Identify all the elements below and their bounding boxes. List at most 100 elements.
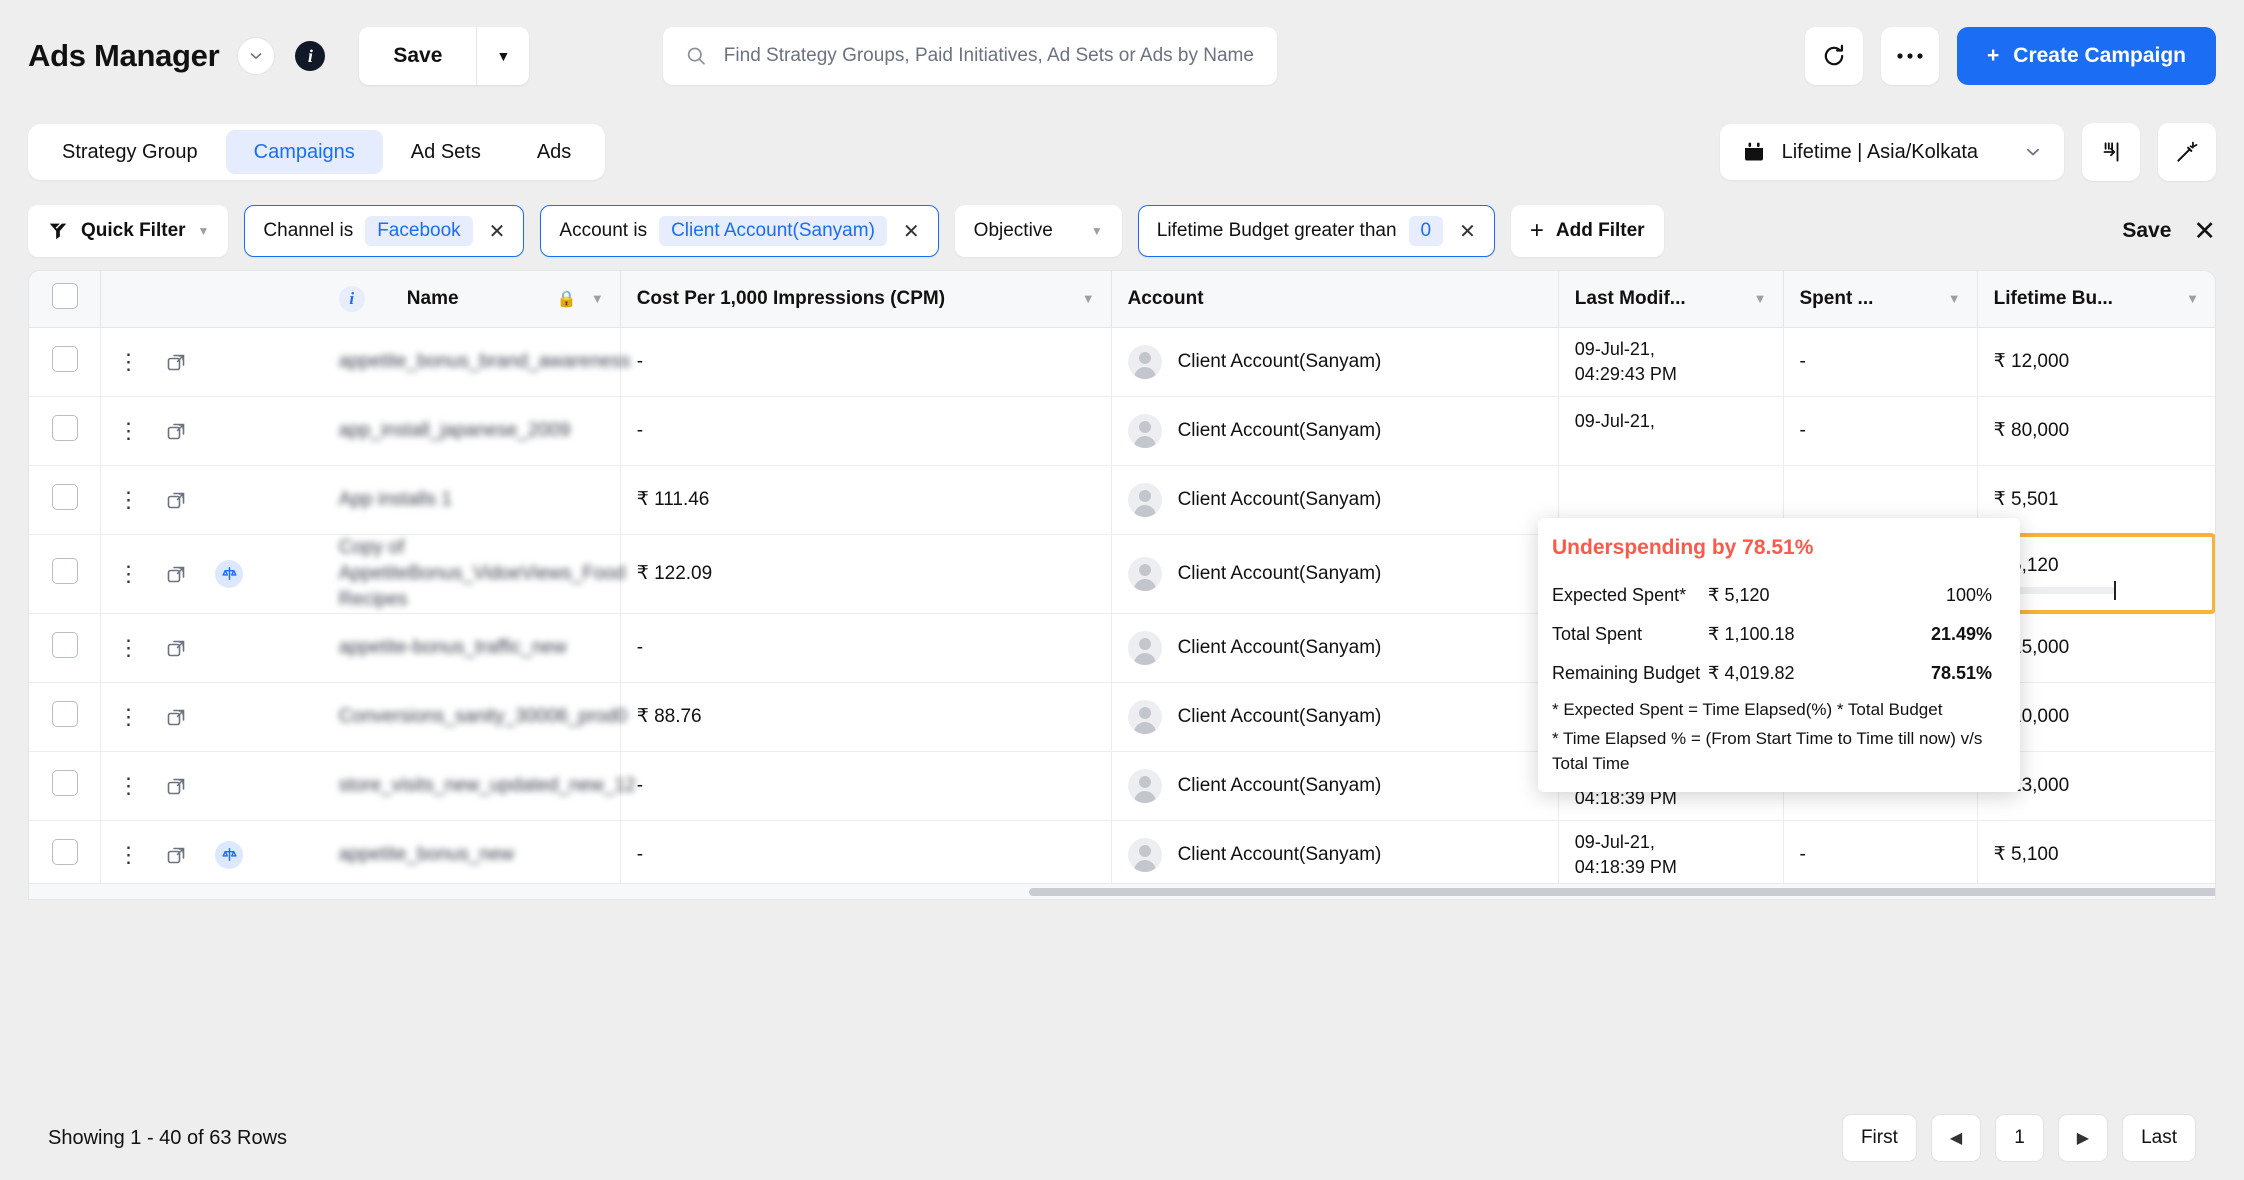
search-box[interactable] bbox=[663, 27, 1278, 85]
scrollbar-thumb[interactable] bbox=[1029, 888, 2215, 896]
select-all-checkbox[interactable] bbox=[51, 282, 78, 309]
row-select-cell[interactable] bbox=[29, 613, 102, 683]
save-filters-button[interactable]: Save bbox=[2122, 219, 2171, 243]
row-name-cell[interactable]: store_visits_new_updated_new_12 bbox=[338, 751, 636, 821]
current-page-input[interactable]: 1 bbox=[1995, 1114, 2044, 1162]
close-filter-bar-icon[interactable]: ✕ bbox=[2193, 216, 2216, 247]
duplicate-icon[interactable] bbox=[165, 774, 189, 798]
table-row[interactable]: ⋮ appetite_bonus_new - Client Account(Sa… bbox=[29, 820, 2215, 890]
save-split-button[interactable]: Save ▼ bbox=[359, 27, 530, 85]
filter-chip-objective[interactable]: Objective ▼ bbox=[954, 205, 1122, 257]
row-menu-icon[interactable]: ⋮ bbox=[117, 774, 139, 797]
row-select-cell[interactable] bbox=[29, 396, 102, 466]
tab-ads[interactable]: Ads bbox=[509, 130, 599, 174]
create-campaign-button[interactable]: + Create Campaign bbox=[1957, 27, 2216, 85]
header-name[interactable]: i Name 🔒 ▼ bbox=[338, 271, 621, 328]
sort-caret-icon[interactable]: ▼ bbox=[1948, 291, 1961, 306]
header-lifetime-budget[interactable]: Lifetime Bu... ▼ bbox=[1977, 271, 2215, 328]
ab-test-icon[interactable] bbox=[215, 559, 244, 588]
magic-wand-button[interactable] bbox=[2158, 123, 2216, 181]
row-menu-icon[interactable]: ⋮ bbox=[117, 419, 139, 442]
row-checkbox[interactable] bbox=[51, 769, 78, 796]
header-spent[interactable]: Spent ... ▼ bbox=[1783, 271, 1978, 328]
row-menu-icon[interactable]: ⋮ bbox=[117, 350, 139, 373]
row-menu-icon[interactable]: ⋮ bbox=[117, 636, 139, 659]
horizontal-scrollbar[interactable] bbox=[29, 883, 2215, 899]
row-select-cell[interactable] bbox=[29, 820, 102, 890]
add-filter-button[interactable]: + Add Filter bbox=[1510, 205, 1664, 257]
row-account-cell: Client Account(Sanyam) bbox=[1111, 613, 1559, 683]
table-row[interactable]: ⋮ appetite_bonus_brand_awareness - Clien… bbox=[29, 327, 2215, 397]
row-name-cell[interactable]: appetite_bonus_new bbox=[338, 820, 621, 890]
remove-filter-icon[interactable]: ✕ bbox=[1459, 219, 1476, 244]
ab-test-glyph-icon bbox=[222, 848, 237, 861]
duplicate-icon[interactable] bbox=[165, 843, 189, 867]
remove-filter-icon[interactable]: ✕ bbox=[903, 219, 920, 244]
quick-filter-button[interactable]: Quick Filter ▼ bbox=[28, 205, 229, 257]
row-menu-icon[interactable]: ⋮ bbox=[117, 705, 139, 728]
tab-campaigns[interactable]: Campaigns bbox=[225, 130, 383, 174]
columns-settings-button[interactable] bbox=[2082, 123, 2140, 181]
row-checkbox[interactable] bbox=[51, 631, 78, 658]
row-checkbox[interactable] bbox=[51, 414, 78, 441]
duplicate-icon[interactable] bbox=[165, 419, 189, 443]
row-name-cell[interactable]: Conversions_sanity_30006_prod0 bbox=[338, 682, 627, 752]
date-range-picker[interactable]: Lifetime | Asia/Kolkata bbox=[1719, 124, 2064, 180]
header-cpm[interactable]: Cost Per 1,000 Impressions (CPM) ▼ bbox=[620, 271, 1112, 328]
row-select-cell[interactable] bbox=[29, 682, 102, 752]
sort-caret-icon[interactable]: ▼ bbox=[591, 291, 604, 306]
row-checkbox[interactable] bbox=[51, 557, 78, 584]
row-name-cell[interactable]: app_install_japanese_2009 bbox=[338, 396, 621, 466]
save-dropdown-caret-icon[interactable]: ▼ bbox=[477, 27, 529, 85]
row-name-cell[interactable]: appetite_bonus_brand_awareness bbox=[338, 327, 630, 397]
title-chevron-down-icon[interactable] bbox=[237, 37, 276, 75]
tab-ad-sets[interactable]: Ad Sets bbox=[383, 130, 509, 174]
duplicate-icon[interactable] bbox=[165, 350, 189, 374]
first-page-button[interactable]: First bbox=[1841, 1114, 1917, 1162]
tab-strategy-group[interactable]: Strategy Group bbox=[34, 130, 226, 174]
ab-test-icon[interactable] bbox=[215, 840, 244, 869]
table-row[interactable]: ⋮ app_install_japanese_2009 - Client Acc… bbox=[29, 396, 2215, 466]
row-select-cell[interactable] bbox=[29, 465, 102, 535]
search-input[interactable] bbox=[723, 45, 1256, 67]
sort-caret-icon[interactable]: ▼ bbox=[1754, 291, 1767, 306]
sort-caret-icon[interactable]: ▼ bbox=[1082, 291, 1095, 306]
filter-chip-account[interactable]: Account is Client Account(Sanyam) ✕ bbox=[540, 205, 939, 257]
row-select-cell[interactable] bbox=[29, 751, 102, 821]
header-account[interactable]: Account bbox=[1111, 271, 1559, 328]
row-name-cell[interactable]: App installs 1 bbox=[338, 465, 621, 535]
filter-chip-value[interactable]: Client Account(Sanyam) bbox=[659, 216, 887, 246]
filter-chip-lifetime-budget[interactable]: Lifetime Budget greater than 0 ✕ bbox=[1137, 205, 1495, 257]
remove-filter-icon[interactable]: ✕ bbox=[489, 219, 506, 244]
duplicate-icon[interactable] bbox=[165, 636, 189, 660]
duplicate-icon[interactable] bbox=[165, 705, 189, 729]
refresh-button[interactable] bbox=[1805, 27, 1864, 85]
row-checkbox[interactable] bbox=[51, 483, 78, 510]
row-menu-icon[interactable]: ⋮ bbox=[117, 562, 139, 585]
info-icon[interactable]: i bbox=[338, 285, 365, 312]
row-select-cell[interactable] bbox=[29, 327, 102, 397]
more-options-button[interactable] bbox=[1881, 27, 1940, 85]
info-icon[interactable]: i bbox=[295, 41, 326, 71]
filter-chip-value[interactable]: Facebook bbox=[365, 216, 473, 246]
prev-page-button[interactable]: ◀ bbox=[1930, 1114, 1982, 1162]
pagination-bar: Showing 1 - 40 of 63 Rows First ◀ 1 ▶ La… bbox=[0, 1096, 2244, 1180]
row-select-cell[interactable] bbox=[29, 534, 102, 614]
save-button[interactable]: Save bbox=[359, 27, 476, 85]
duplicate-icon[interactable] bbox=[165, 562, 189, 586]
row-menu-icon[interactable]: ⋮ bbox=[117, 488, 139, 511]
row-checkbox[interactable] bbox=[51, 838, 78, 865]
row-checkbox[interactable] bbox=[51, 700, 78, 727]
last-page-button[interactable]: Last bbox=[2122, 1114, 2196, 1162]
duplicate-icon[interactable] bbox=[165, 488, 189, 512]
filter-chip-channel[interactable]: Channel is Facebook ✕ bbox=[244, 205, 525, 257]
header-select-all[interactable] bbox=[29, 271, 102, 328]
filter-chip-value[interactable]: 0 bbox=[1408, 216, 1444, 246]
row-menu-icon[interactable]: ⋮ bbox=[117, 843, 139, 866]
next-page-button[interactable]: ▶ bbox=[2057, 1114, 2109, 1162]
sort-caret-icon[interactable]: ▼ bbox=[2186, 291, 2199, 306]
row-name-cell[interactable]: appetite-bonus_traffic_new bbox=[338, 613, 621, 683]
row-checkbox[interactable] bbox=[51, 345, 78, 372]
row-name-cell[interactable]: Copy of AppetiteBonus_VidoeViews_Food Re… bbox=[338, 534, 625, 614]
header-last-modified[interactable]: Last Modif... ▼ bbox=[1558, 271, 1784, 328]
